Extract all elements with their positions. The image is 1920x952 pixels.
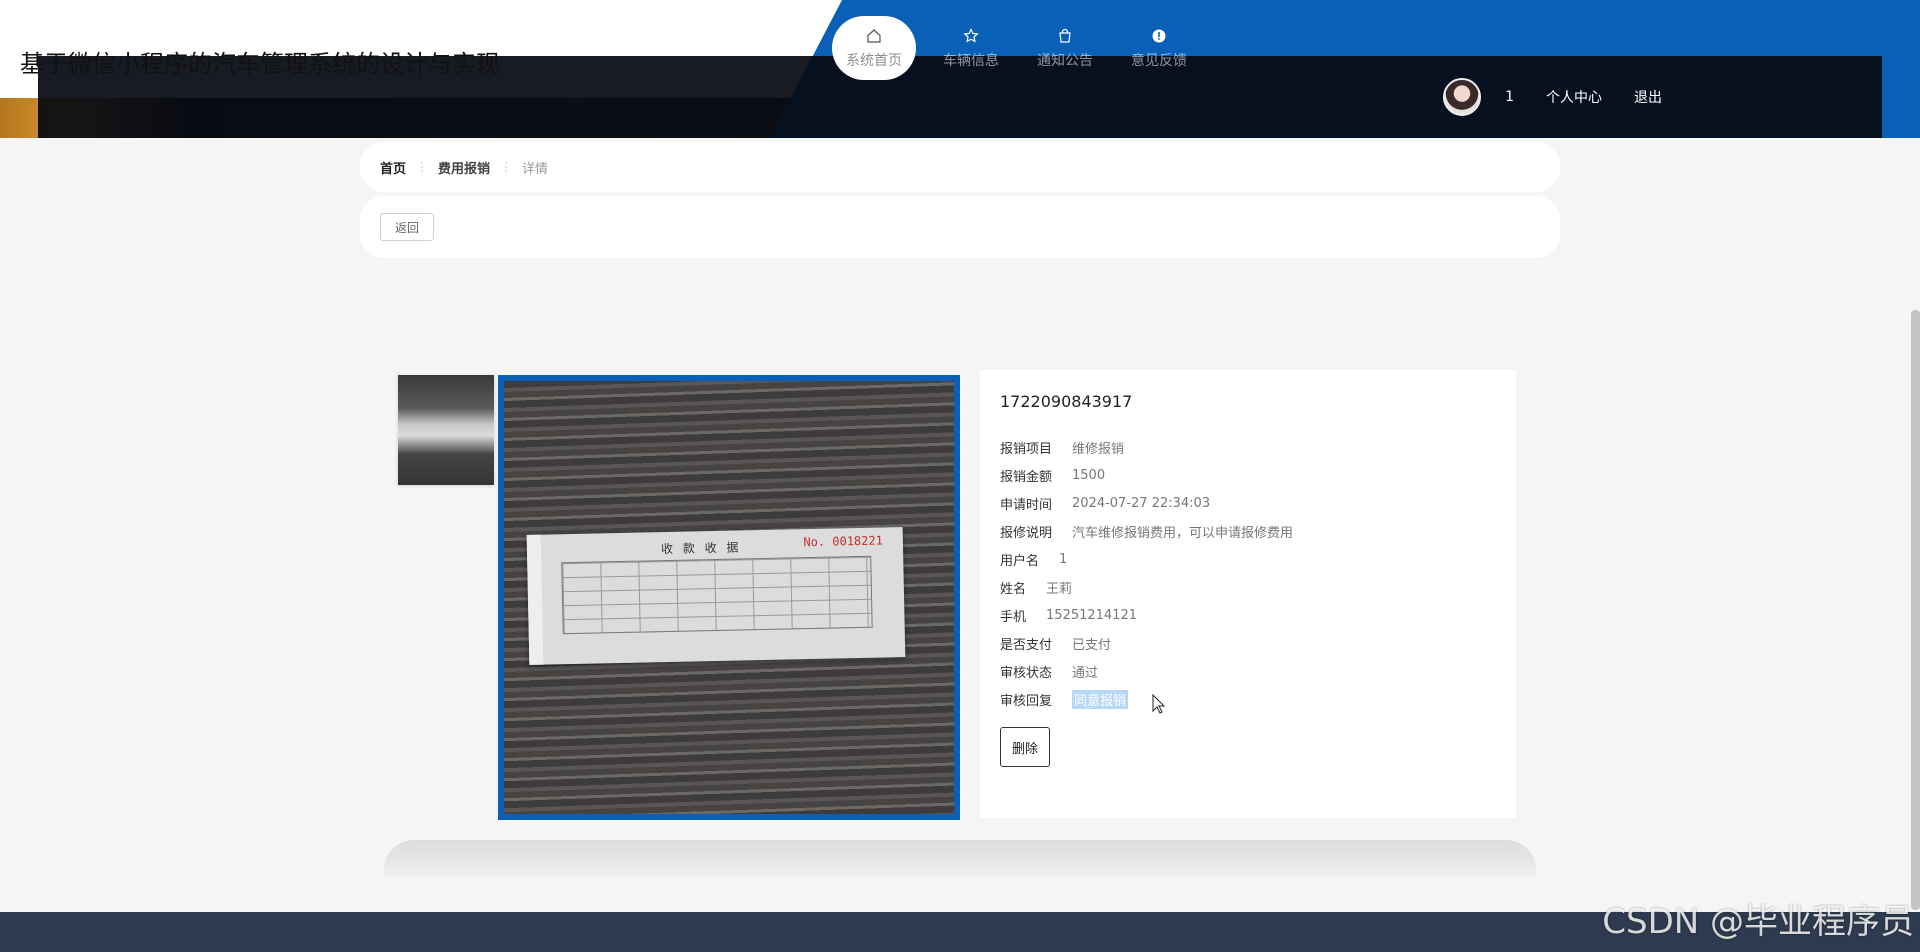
mouse-cursor-icon bbox=[1152, 694, 1166, 714]
nav-item-vehicles[interactable]: 车辆信息 bbox=[924, 16, 1018, 80]
avatar[interactable] bbox=[1443, 78, 1482, 116]
field-value: 1 bbox=[1059, 551, 1068, 567]
detail-row: 报修说明 汽车维修报销费用，可以申请报修费用 bbox=[1000, 517, 1496, 545]
receipt-title: 收 款 收 据 bbox=[660, 540, 742, 557]
detail-row: 报销项目 维修报销 bbox=[1000, 433, 1496, 461]
site-header: 基于微信小程序的汽车管理系统的设计与实现 系统首页 车辆信息 通知公告 意见反馈… bbox=[0, 0, 1920, 138]
detail-card: 1722090843917 报销项目 维修报销 报销金额 1500 申请时间 2… bbox=[980, 370, 1516, 818]
breadcrumb-current: 详情 bbox=[522, 161, 549, 177]
field-label: 报销项目 bbox=[1000, 441, 1053, 457]
field-value: 维修报销 bbox=[1072, 441, 1125, 457]
back-button[interactable]: 返回 bbox=[380, 213, 435, 241]
field-label: 审核回复 bbox=[1000, 693, 1053, 709]
username: 1 bbox=[1505, 89, 1514, 105]
breadcrumb-home[interactable]: 首页 bbox=[380, 158, 406, 177]
field-label: 申请时间 bbox=[1000, 497, 1053, 513]
detail-row: 手机 15251214121 bbox=[1000, 601, 1496, 629]
content-bottom-panel bbox=[384, 840, 1536, 876]
receipt-number: No. 0018221 bbox=[803, 533, 884, 550]
field-value: 同意报销 bbox=[1072, 689, 1129, 709]
toolbar: 返回 bbox=[360, 196, 1560, 258]
bag-icon bbox=[1059, 28, 1071, 43]
main-nav: 系统首页 车辆信息 通知公告 意见反馈 bbox=[832, 16, 1206, 80]
field-value: 15251214121 bbox=[1046, 607, 1137, 623]
home-icon bbox=[867, 29, 881, 43]
nav-label: 车辆信息 bbox=[943, 53, 999, 69]
field-label: 手机 bbox=[1000, 609, 1027, 625]
detail-row: 是否支付 已支付 bbox=[1000, 629, 1496, 657]
user-area: 1 个人中心 退出 bbox=[1443, 78, 1662, 116]
receipt-photo: 收 款 收 据 No. 0018221 bbox=[526, 527, 906, 665]
field-label: 报销金额 bbox=[1000, 469, 1053, 485]
field-value: 已支付 bbox=[1072, 637, 1112, 653]
breadcrumb-section[interactable]: 费用报销 bbox=[438, 158, 490, 177]
nav-item-home[interactable]: 系统首页 bbox=[832, 16, 916, 80]
nav-item-feedback[interactable]: 意见反馈 bbox=[1112, 16, 1206, 80]
scrollbar[interactable] bbox=[1911, 310, 1920, 910]
field-value: 1500 bbox=[1072, 467, 1106, 483]
nav-label: 意见反馈 bbox=[1131, 53, 1187, 69]
star-icon bbox=[963, 28, 979, 43]
detail-row: 姓名 王莉 bbox=[1000, 573, 1496, 601]
field-label: 姓名 bbox=[1000, 581, 1027, 597]
site-title: 基于微信小程序的汽车管理系统的设计与实现 bbox=[20, 50, 500, 78]
watermark: CSDN @毕业程序员 bbox=[1602, 902, 1914, 942]
detail-title: 1722090843917 bbox=[1000, 392, 1133, 411]
detail-row: 审核状态 通过 bbox=[1000, 657, 1496, 685]
breadcrumb: 首页 ⋮ 费用报销 ⋮ 详情 bbox=[360, 142, 1560, 192]
nav-item-notices[interactable]: 通知公告 bbox=[1018, 16, 1112, 80]
breadcrumb-separator: ⋮ bbox=[500, 160, 513, 174]
logout-link[interactable]: 退出 bbox=[1634, 87, 1662, 107]
field-value: 通过 bbox=[1072, 665, 1099, 681]
breadcrumb-separator: ⋮ bbox=[416, 160, 429, 174]
field-value: 王莉 bbox=[1046, 581, 1073, 597]
field-label: 用户名 bbox=[1000, 553, 1040, 569]
field-label: 是否支付 bbox=[1000, 637, 1053, 653]
field-value: 汽车维修报销费用，可以申请报修费用 bbox=[1072, 525, 1294, 541]
field-value: 2024-07-27 22:34:03 bbox=[1072, 495, 1211, 511]
alert-icon bbox=[1152, 29, 1166, 43]
receipt-table bbox=[561, 555, 873, 635]
delete-button[interactable]: 删除 bbox=[1000, 727, 1050, 767]
field-label: 审核状态 bbox=[1000, 665, 1053, 681]
detail-row: 申请时间 2024-07-27 22:34:03 bbox=[1000, 489, 1496, 517]
detail-row: 审核回复 同意报销 bbox=[1000, 685, 1496, 714]
nav-label: 通知公告 bbox=[1037, 53, 1093, 69]
nav-label: 系统首页 bbox=[846, 53, 902, 69]
image-thumbnail[interactable] bbox=[398, 375, 494, 485]
profile-link[interactable]: 个人中心 bbox=[1546, 87, 1602, 107]
field-label: 报修说明 bbox=[1000, 525, 1053, 541]
main-image: 收 款 收 据 No. 0018221 bbox=[498, 375, 960, 820]
detail-row: 用户名 1 bbox=[1000, 545, 1496, 573]
detail-row: 报销金额 1500 bbox=[1000, 461, 1496, 489]
